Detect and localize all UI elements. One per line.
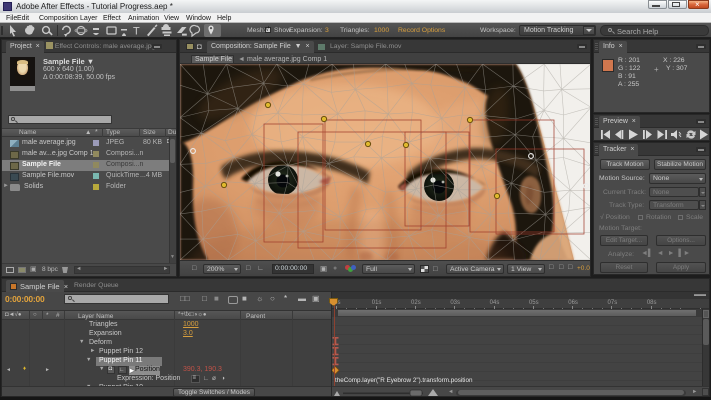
svg-text:T: T [133,26,140,38]
